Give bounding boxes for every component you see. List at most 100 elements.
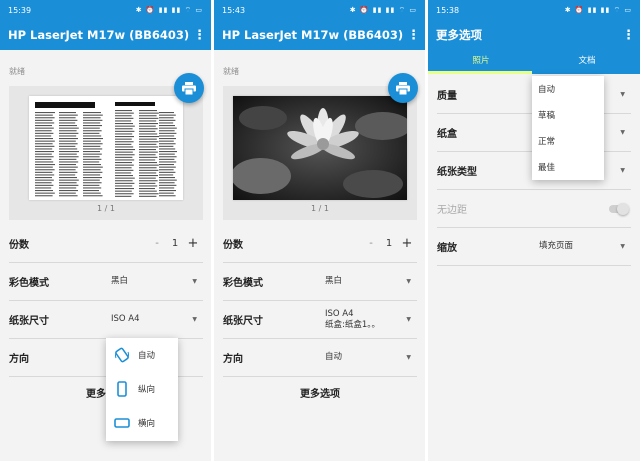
newspaper-text-line <box>35 125 52 127</box>
newspaper-text-line <box>83 171 103 173</box>
newspaper-text-line <box>35 143 53 145</box>
newspaper-text-line <box>159 177 175 179</box>
page-thumbnail[interactable] <box>29 96 183 200</box>
tab-document[interactable]: 文档 <box>534 50 640 74</box>
dropdown-arrow-icon: ▼ <box>192 278 197 285</box>
paper-size-row[interactable]: 纸张尺寸 ISO A4 纸盒:纸盒1。。 ▼ <box>223 301 417 339</box>
copies-increment-button[interactable]: + <box>185 236 201 251</box>
newspaper-text-line <box>159 174 174 176</box>
copies-decrement-button[interactable]: - <box>149 238 165 249</box>
newspaper-text-line <box>115 120 132 122</box>
orientation-option-landscape[interactable]: 横向 <box>106 406 178 440</box>
newspaper-text-line <box>159 122 174 124</box>
dropdown-arrow-icon: ▼ <box>406 316 411 323</box>
page-title: 更多选项 <box>436 28 482 42</box>
newspaper-text-line <box>83 164 101 166</box>
newspaper-text-line <box>159 127 177 129</box>
copies-increment-button[interactable]: + <box>399 236 415 251</box>
newspaper-text-line <box>115 128 133 130</box>
print-preview: 1 / 1 <box>9 86 203 220</box>
newspaper-text-line <box>83 158 102 160</box>
borderless-row: 无边距 <box>437 190 631 228</box>
newspaper-text-line <box>83 148 103 150</box>
newspaper-text-line <box>139 151 158 153</box>
newspaper-text-line <box>115 185 133 187</box>
quality-option[interactable]: 自动 <box>532 76 604 102</box>
newspaper-text-line <box>35 122 55 124</box>
status-time: 15:39 <box>8 5 32 15</box>
newspaper-text-line <box>59 145 76 147</box>
orientation-option-auto[interactable]: 自动 <box>106 338 178 372</box>
quality-option[interactable]: 草稿 <box>532 102 604 128</box>
phone-screen-2: 15:43 ✱ ⏰ ▮▮ ▮▮ ⌔ ▭ HP LaserJet M17w (BB… <box>214 0 425 461</box>
newspaper-text-line <box>139 193 159 195</box>
newspaper-text-line <box>35 138 53 140</box>
newspaper-text-line <box>59 156 79 158</box>
more-options-button[interactable]: 更多选项 <box>223 385 417 400</box>
newspaper-text-line <box>35 187 52 189</box>
newspaper-text-line <box>35 166 53 168</box>
quality-option[interactable]: 最佳 <box>532 154 604 180</box>
dropdown-arrow-icon: ▼ <box>620 91 625 98</box>
newspaper-text-line <box>159 138 176 140</box>
overflow-menu-icon[interactable]: ⋮ <box>407 28 420 43</box>
newspaper-text-line <box>59 192 76 194</box>
page-thumbnail[interactable] <box>233 96 407 200</box>
overflow-menu-icon[interactable]: ⋮ <box>622 28 635 43</box>
newspaper-text-line <box>159 119 176 121</box>
orientation-option-portrait[interactable]: 纵向 <box>106 372 178 406</box>
print-button[interactable] <box>174 73 204 103</box>
newspaper-text-line <box>159 182 175 184</box>
newspaper-text-line <box>59 125 77 127</box>
newspaper-text-line <box>83 122 101 124</box>
newspaper-text-line <box>35 177 52 179</box>
newspaper-text-line <box>59 122 76 124</box>
orientation-option-label: 纵向 <box>138 385 156 395</box>
newspaper-text-line <box>83 182 102 184</box>
status-icons: ✱ ⏰ ▮▮ ▮▮ ⌔ ▭ <box>135 5 203 14</box>
page-count: 1 / 1 <box>97 204 115 213</box>
color-mode-row[interactable]: 彩色模式 黑白 ▼ <box>9 263 203 301</box>
color-mode-row[interactable]: 彩色模式 黑白 ▼ <box>223 263 417 301</box>
phone-screen-1: 15:39 ✱ ⏰ ▮▮ ▮▮ ⌔ ▭ HP LaserJet M17w (BB… <box>0 0 211 461</box>
newspaper-text-line <box>83 169 101 171</box>
copies-value: 1 <box>171 238 179 249</box>
overflow-menu-icon[interactable]: ⋮ <box>193 28 206 43</box>
newspaper-text-line <box>159 166 176 168</box>
newspaper-text-line <box>115 133 133 135</box>
newspaper-text-line <box>115 159 135 161</box>
newspaper-text-line <box>115 138 132 140</box>
tray-label: 纸盒 <box>437 129 457 140</box>
borderless-toggle[interactable] <box>609 202 629 215</box>
print-button[interactable] <box>388 73 418 103</box>
page-count: 1 / 1 <box>311 204 329 213</box>
newspaper-text-line <box>139 167 157 169</box>
newspaper-text-line <box>59 151 79 153</box>
orientation-menu: 自动 纵向 横向 <box>106 338 178 441</box>
newspaper-text-line <box>59 182 77 184</box>
newspaper-text-line <box>83 156 100 158</box>
newspaper-text-line <box>83 187 102 189</box>
quality-menu: 自动 草稿 正常 最佳 <box>532 76 604 180</box>
newspaper-text-line <box>35 114 53 116</box>
newspaper-text-line <box>35 132 54 134</box>
paper-size-row[interactable]: 纸张尺寸 ISO A4 ▼ <box>9 301 203 339</box>
scale-label: 缩放 <box>437 243 457 254</box>
quality-option[interactable]: 正常 <box>532 128 604 154</box>
newspaper-text-line <box>59 184 79 186</box>
landscape-icon <box>114 418 130 428</box>
lotus-photo-preview <box>233 96 407 200</box>
newspaper-text-line <box>83 179 100 181</box>
newspaper-text-line <box>159 151 177 153</box>
orientation-row[interactable]: 方向 自动 ▼ <box>223 339 417 377</box>
newspaper-text-line <box>139 128 158 130</box>
newspaper-text-line <box>59 161 79 163</box>
scale-row[interactable]: 缩放 填充页面 ▼ <box>437 228 631 266</box>
printer-title: HP LaserJet M17w (BB6403) <box>222 28 404 42</box>
status-icons: ✱ ⏰ ▮▮ ▮▮ ⌔ ▭ <box>564 5 632 14</box>
newspaper-text-line <box>83 114 103 116</box>
copies-decrement-button[interactable]: - <box>363 238 379 249</box>
newspaper-text-line <box>139 159 156 161</box>
newspaper-text-line <box>83 190 99 192</box>
newspaper-text-line <box>59 169 76 171</box>
